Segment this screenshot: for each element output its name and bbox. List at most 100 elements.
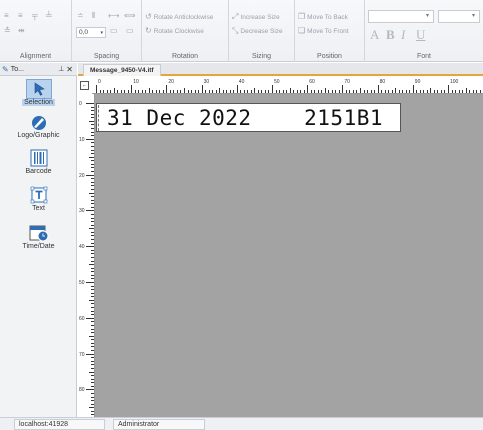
align-bottom-icon[interactable]: ╧ xyxy=(46,12,52,20)
ruler-tick xyxy=(219,88,221,93)
align-top-icon[interactable]: ╤ xyxy=(32,12,38,20)
ruler-tick xyxy=(412,85,414,93)
label-text-field[interactable]: 31 Dec 2022 2151B1 xyxy=(107,106,383,130)
ruler-tick xyxy=(205,90,207,93)
tool-time-date[interactable]: Time/Date xyxy=(0,223,77,250)
expand-icon: ⤢ xyxy=(232,12,239,21)
ruler-tick xyxy=(173,90,175,93)
ruler-tick xyxy=(91,149,94,151)
increase-size-button[interactable]: ⤢ Increase Size xyxy=(232,13,280,21)
spacing-horizontal-icon[interactable]: ⫴ xyxy=(92,12,95,20)
ruler-tick xyxy=(91,242,94,244)
ruler-tick xyxy=(91,350,94,352)
ruler-tick xyxy=(317,90,319,93)
chevron-down-icon[interactable]: ▾ xyxy=(100,30,103,36)
decrease-size-button[interactable]: ⤡ Decrease Size xyxy=(232,27,283,35)
underline-button[interactable]: U xyxy=(416,27,425,43)
ruler-tick xyxy=(363,90,365,93)
ruler-corner[interactable]: ⌐ xyxy=(78,78,92,94)
ruler-tick xyxy=(162,90,164,93)
spacing-fit-icon[interactable]: ⟺ xyxy=(124,12,135,20)
move-to-back-button[interactable]: ❐ Move To Back xyxy=(298,13,348,21)
ruler-tick xyxy=(296,90,298,93)
ruler-tick xyxy=(176,90,178,93)
ruler-tick xyxy=(91,285,94,287)
close-icon[interactable]: ✕ xyxy=(66,65,73,74)
italic-button[interactable]: I xyxy=(401,27,405,43)
tool-logo-graphic[interactable]: Logo/Graphic xyxy=(0,112,77,139)
ruler-tick xyxy=(131,85,133,93)
design-canvas[interactable] xyxy=(95,94,483,417)
toolbox-tab[interactable]: ✎ To... ⊥ ✕ xyxy=(0,63,77,76)
pin-icon[interactable]: ⊥ xyxy=(58,65,64,73)
ruler-tick xyxy=(91,110,94,112)
ruler-tick xyxy=(89,335,94,337)
align-right-icon[interactable]: ≡ xyxy=(18,12,23,20)
ruler-tick xyxy=(91,231,94,233)
ruler-tick xyxy=(458,90,460,93)
ruler-tick xyxy=(91,131,94,133)
spacing-increase-icon[interactable]: ▭ xyxy=(110,27,118,35)
ruler-tick xyxy=(409,90,411,93)
spacing-equal-icon[interactable]: ⟷ xyxy=(108,12,119,20)
ruler-tick xyxy=(91,378,94,380)
spacing-decrease-icon[interactable]: ▭ xyxy=(126,27,134,35)
status-bar: localhost:41928 Administrator xyxy=(0,417,483,430)
ruler-tick xyxy=(381,90,383,93)
spacing-value-input[interactable]: 0,0 ▾ xyxy=(76,27,106,38)
ruler-tick xyxy=(169,90,171,93)
ruler-tick xyxy=(103,90,105,93)
rotate-left-icon: ↺ xyxy=(145,12,152,21)
move-to-back-label: Move To Back xyxy=(307,13,348,21)
ruler-tick xyxy=(91,153,94,155)
ruler-tick xyxy=(91,314,94,316)
ruler-tick xyxy=(106,90,108,93)
tool-logo-graphic-label: Logo/Graphic xyxy=(17,132,60,139)
chevron-down-icon[interactable]: ▾ xyxy=(472,12,475,19)
ruler-tick xyxy=(91,385,94,387)
ruler-tick xyxy=(233,90,235,93)
rotate-anticlockwise-button[interactable]: ↺ Rotate Anticlockwise xyxy=(145,13,213,21)
chevron-down-icon[interactable]: ▾ xyxy=(426,12,429,19)
ruler-tick xyxy=(91,135,94,137)
tool-barcode[interactable]: Barcode xyxy=(0,148,77,175)
font-size-select[interactable]: ▾ xyxy=(438,10,480,23)
tool-selection[interactable]: Selection xyxy=(0,79,77,106)
ruler-tick xyxy=(215,90,217,93)
ruler-tick xyxy=(345,90,347,93)
ruler-tick xyxy=(229,90,231,93)
ruler-tick xyxy=(402,90,404,93)
ruler-tick xyxy=(91,267,94,269)
move-to-front-label: Move To Front xyxy=(307,27,349,35)
ruler-tick xyxy=(117,90,119,93)
bold-button[interactable]: B xyxy=(386,27,395,43)
ruler-tick xyxy=(91,278,94,280)
ruler-tick xyxy=(310,90,312,93)
message-label[interactable]: 31 Dec 2022 2151B1 xyxy=(96,103,401,132)
toolbox-panel: ✎ To... ⊥ ✕ Selection Logo/Graphic Barco… xyxy=(0,63,77,417)
ruler-tick xyxy=(91,260,94,262)
ruler-tick xyxy=(476,90,478,93)
align-center-icon[interactable]: ≛ xyxy=(4,27,11,35)
h-ruler-label: 30 xyxy=(203,79,210,85)
vertical-ruler: 0102030405060708090 xyxy=(78,94,95,429)
font-family-select[interactable]: ▾ xyxy=(368,10,434,23)
ruler-tick xyxy=(405,90,407,93)
document-tab[interactable]: Message_9450-V4.itf xyxy=(83,64,161,76)
tool-text[interactable]: Text xyxy=(0,185,77,212)
rotate-clockwise-button[interactable]: ↻ Rotate Clockwise xyxy=(145,27,204,35)
ruler-tick xyxy=(91,274,94,276)
ruler-tick xyxy=(91,382,94,384)
align-left-icon[interactable]: ≡ xyxy=(4,12,9,20)
ruler-tick xyxy=(138,90,140,93)
ruler-tick xyxy=(91,332,94,334)
ruler-tick xyxy=(91,310,94,312)
align-middle-icon[interactable]: ⇹ xyxy=(18,27,25,35)
ruler-tick xyxy=(314,90,316,93)
spacing-vertical-icon[interactable]: ≐ xyxy=(77,12,84,20)
move-to-front-button[interactable]: ❏ Move To Front xyxy=(298,27,349,35)
v-ruler-label: 80 xyxy=(79,387,85,394)
ruler-tick xyxy=(360,88,361,93)
alignment-group-label: Alignment xyxy=(19,53,52,60)
font-a-button[interactable]: A xyxy=(370,27,379,43)
